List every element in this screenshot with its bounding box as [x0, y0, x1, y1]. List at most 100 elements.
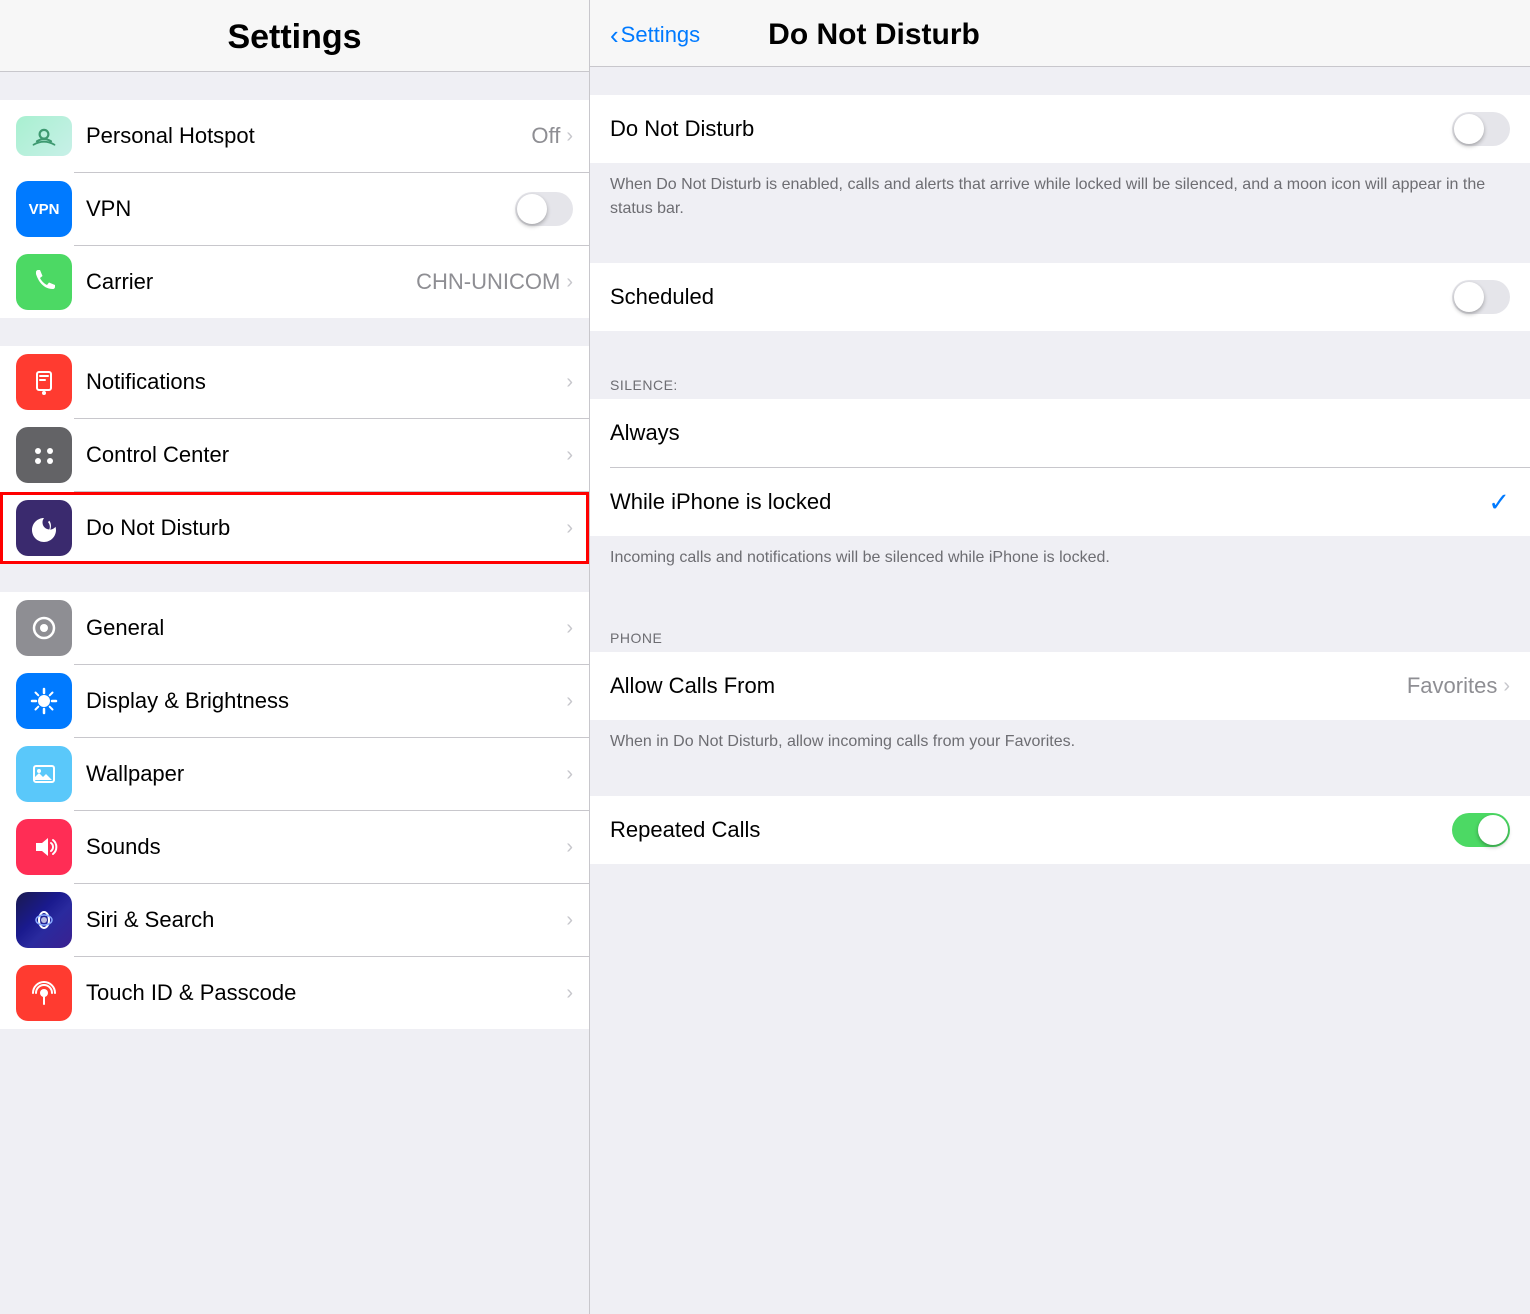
- spacer-bottom: [0, 1029, 589, 1057]
- wallpaper-icon: [16, 746, 72, 802]
- dnd-toggle-row[interactable]: Do Not Disturb: [590, 95, 1530, 163]
- allow-calls-value-area: Favorites ›: [1407, 673, 1510, 699]
- r-spacer-3: [590, 331, 1530, 359]
- touch-id-icon: [16, 965, 72, 1021]
- silence-always-label: Always: [610, 420, 1510, 446]
- sounds-icon-svg: [28, 831, 60, 863]
- notifications-chevron: ›: [566, 371, 573, 394]
- touch-id-label: Touch ID & Passcode: [86, 980, 296, 1006]
- dnd-toggle-label: Do Not Disturb: [610, 116, 1452, 142]
- notifications-content: Notifications ›: [86, 346, 573, 418]
- sounds-row[interactable]: Sounds ›: [0, 811, 589, 883]
- control-center-row[interactable]: Control Center ›: [0, 419, 589, 491]
- spacer-2: [0, 318, 589, 346]
- sounds-chevron: ›: [566, 836, 573, 859]
- repeated-calls-toggle-area: [1452, 813, 1510, 847]
- vpn-toggle-knob: [517, 194, 547, 224]
- silence-description: Incoming calls and notifications will be…: [590, 536, 1530, 584]
- general-content: General ›: [86, 592, 573, 664]
- dnd-toggle-value: [1452, 112, 1510, 146]
- repeated-calls-group: Repeated Calls: [590, 796, 1530, 864]
- repeated-calls-label: Repeated Calls: [610, 817, 1452, 843]
- personal-hotspot-row[interactable]: Personal Hotspot Off ›: [0, 100, 589, 172]
- right-panel-title: Do Not Disturb: [768, 18, 980, 52]
- device-group: General ›: [0, 592, 589, 1029]
- spacer-top: [0, 72, 589, 100]
- silence-always-row[interactable]: Always: [590, 399, 1530, 467]
- back-chevron-icon: ‹: [610, 20, 619, 51]
- display-brightness-chevron: ›: [566, 690, 573, 713]
- scheduled-toggle-area: [1452, 280, 1510, 314]
- carrier-value-area: CHN-UNICOM ›: [416, 269, 573, 295]
- display-brightness-icon: [16, 673, 72, 729]
- left-panel-title: Settings: [227, 18, 361, 56]
- siri-search-row[interactable]: Siri & Search ›: [0, 884, 589, 956]
- repeated-calls-toggle[interactable]: [1452, 813, 1510, 847]
- wallpaper-icon-svg: [28, 758, 60, 790]
- do-not-disturb-value: ›: [566, 517, 573, 540]
- silence-checkmark-icon: ✓: [1488, 487, 1510, 518]
- hotspot-icon-svg: [30, 122, 58, 150]
- carrier-chevron: ›: [566, 271, 573, 294]
- general-row[interactable]: General ›: [0, 592, 589, 664]
- display-icon-svg: [28, 685, 60, 717]
- vpn-row[interactable]: VPN VPN: [0, 173, 589, 245]
- personal-hotspot-label: Personal Hotspot: [86, 123, 255, 149]
- system-group: Notifications ›: [0, 346, 589, 564]
- scheduled-toggle[interactable]: [1452, 280, 1510, 314]
- scheduled-row[interactable]: Scheduled: [590, 263, 1530, 331]
- scheduled-label: Scheduled: [610, 284, 1452, 310]
- repeated-calls-row[interactable]: Repeated Calls: [590, 796, 1530, 864]
- general-icon: [16, 600, 72, 656]
- dnd-icon-svg: [28, 512, 60, 544]
- silence-while-locked-row[interactable]: While iPhone is locked ✓: [590, 468, 1530, 536]
- phone-header: PHONE: [590, 612, 1530, 652]
- wallpaper-chevron: ›: [566, 763, 573, 786]
- r-spacer-6: [590, 864, 1530, 892]
- back-button[interactable]: ‹ Settings: [610, 20, 700, 51]
- wallpaper-row[interactable]: Wallpaper ›: [0, 738, 589, 810]
- r-spacer-2: [590, 235, 1530, 263]
- left-header: Settings: [0, 0, 589, 72]
- allow-calls-row[interactable]: Allow Calls From Favorites ›: [590, 652, 1530, 720]
- general-icon-svg: [28, 612, 60, 644]
- dnd-main-toggle[interactable]: [1452, 112, 1510, 146]
- vpn-toggle[interactable]: [515, 192, 573, 226]
- control-center-content: Control Center ›: [86, 419, 573, 491]
- display-brightness-row[interactable]: Display & Brightness ›: [0, 665, 589, 737]
- sounds-content: Sounds ›: [86, 811, 573, 883]
- network-group: Personal Hotspot Off › VPN VPN: [0, 100, 589, 318]
- phone-icon-svg: [28, 266, 60, 298]
- control-center-label: Control Center: [86, 442, 229, 468]
- silence-header: SILENCE:: [590, 359, 1530, 399]
- do-not-disturb-chevron: ›: [566, 517, 573, 540]
- touch-id-chevron: ›: [566, 982, 573, 1005]
- settings-left-panel: Settings Personal Hotspot Off: [0, 0, 590, 1314]
- carrier-row[interactable]: Carrier CHN-UNICOM ›: [0, 246, 589, 318]
- settings-list: Personal Hotspot Off › VPN VPN: [0, 72, 589, 1314]
- personal-hotspot-content: Personal Hotspot Off ›: [86, 100, 573, 172]
- notifications-icon: [16, 354, 72, 410]
- right-content: Do Not Disturb When Do Not Disturb is en…: [590, 67, 1530, 1314]
- dnd-main-toggle-knob: [1454, 114, 1484, 144]
- dnd-description: When Do Not Disturb is enabled, calls an…: [590, 163, 1530, 235]
- siri-search-chevron: ›: [566, 909, 573, 932]
- do-not-disturb-content: Do Not Disturb ›: [86, 492, 573, 564]
- spacer-3: [0, 564, 589, 592]
- touch-id-row[interactable]: Touch ID & Passcode ›: [0, 957, 589, 1029]
- r-spacer-5: [590, 768, 1530, 796]
- personal-hotspot-chevron: ›: [566, 125, 573, 148]
- siri-search-label: Siri & Search: [86, 907, 214, 933]
- scheduled-toggle-knob: [1454, 282, 1484, 312]
- do-not-disturb-row[interactable]: Do Not Disturb ›: [0, 492, 589, 564]
- display-brightness-content: Display & Brightness ›: [86, 665, 573, 737]
- dnd-toggle-group: Do Not Disturb: [590, 95, 1530, 163]
- carrier-label: Carrier: [86, 269, 153, 295]
- back-label: Settings: [621, 22, 701, 48]
- display-brightness-label: Display & Brightness: [86, 688, 289, 714]
- touch-id-icon-svg: [28, 977, 60, 1009]
- carrier-content: Carrier CHN-UNICOM ›: [86, 246, 573, 318]
- notifications-row[interactable]: Notifications ›: [0, 346, 589, 418]
- vpn-icon: VPN: [16, 181, 72, 237]
- repeated-calls-toggle-knob: [1478, 815, 1508, 845]
